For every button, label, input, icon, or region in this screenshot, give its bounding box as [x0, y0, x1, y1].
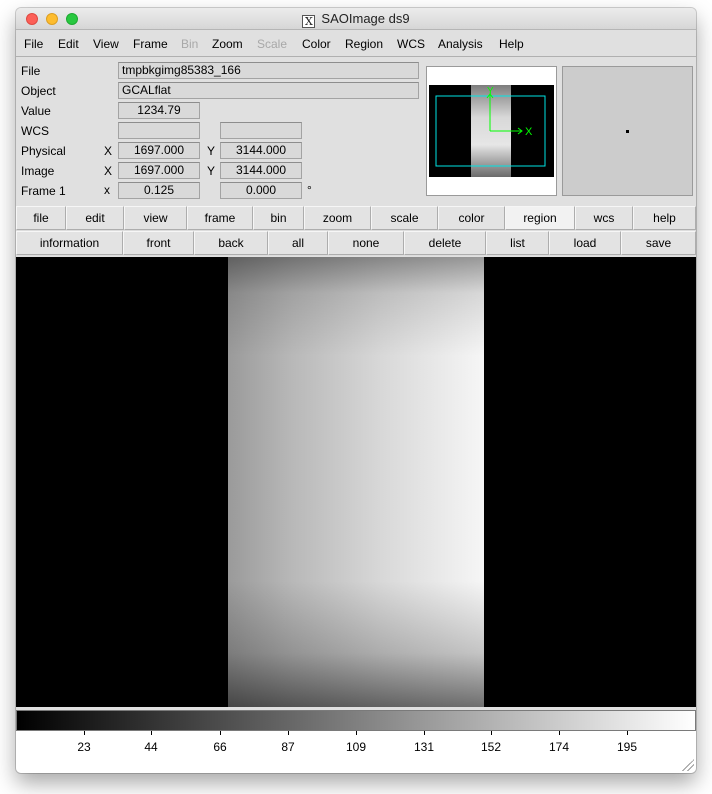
- physical-y-label: Y: [207, 144, 216, 158]
- object-field: GCALflat: [118, 82, 419, 99]
- wcs-field-2: [220, 122, 302, 139]
- menu-bar: File Edit View Frame Bin Zoom Scale Colo…: [16, 30, 696, 57]
- physical-x-label: X: [104, 144, 113, 158]
- physical-x-field: 1697.000: [118, 142, 200, 159]
- button-list[interactable]: list: [486, 231, 549, 255]
- value-label: Value: [21, 104, 51, 118]
- button-zoom[interactable]: zoom: [304, 206, 371, 230]
- button-region[interactable]: region: [505, 206, 575, 230]
- menu-frame[interactable]: Frame: [133, 37, 168, 51]
- resize-grip-icon[interactable]: [682, 759, 694, 771]
- menu-edit[interactable]: Edit: [58, 37, 79, 51]
- wcs-label: WCS: [21, 124, 49, 138]
- menu-scale[interactable]: Scale: [257, 37, 287, 51]
- tick-mark: [559, 731, 560, 735]
- object-label: Object: [21, 84, 56, 98]
- flat-field-image: [228, 257, 484, 707]
- tick-mark: [424, 731, 425, 735]
- tick-mark: [151, 731, 152, 735]
- zoom-field: 0.125: [118, 182, 200, 199]
- region-button-bar: information front back all none delete l…: [16, 231, 696, 256]
- colorbar[interactable]: [16, 710, 696, 731]
- button-color[interactable]: color: [438, 206, 505, 230]
- menu-bin[interactable]: Bin: [181, 37, 198, 51]
- image-x-label: X: [104, 164, 113, 178]
- colorbar-scale: 23 44 66 87 109 131 152 174 195: [16, 731, 696, 773]
- colorbar-tick-195: 195: [616, 740, 638, 754]
- button-all[interactable]: all: [268, 231, 328, 255]
- tick-mark: [220, 731, 221, 735]
- panner-thumbnail: Y X: [429, 85, 554, 177]
- image-y-label: Y: [207, 164, 216, 178]
- button-bin[interactable]: bin: [253, 206, 304, 230]
- magnifier: [562, 66, 693, 196]
- menu-wcs[interactable]: WCS: [397, 37, 425, 51]
- file-field: tmpbkgimg85383_166: [118, 62, 419, 79]
- value-field: 1234.79: [118, 102, 200, 119]
- colorbar-tick-87: 87: [281, 740, 295, 754]
- image-x-field: 1697.000: [118, 162, 200, 179]
- physical-y-field: 3144.000: [220, 142, 302, 159]
- tick-mark: [627, 731, 628, 735]
- frame-label: Frame 1: [21, 184, 66, 198]
- physical-label: Physical: [21, 144, 66, 158]
- panner[interactable]: Y X: [426, 66, 557, 196]
- colorbar-tick-66: 66: [213, 740, 227, 754]
- wcs-field-1: [118, 122, 200, 139]
- button-load[interactable]: load: [549, 231, 621, 255]
- button-none[interactable]: none: [328, 231, 404, 255]
- window-title-area: X SAOImage ds9: [16, 11, 696, 28]
- angle-field: 0.000: [220, 182, 302, 199]
- menu-color[interactable]: Color: [302, 37, 331, 51]
- title-bar[interactable]: X SAOImage ds9: [16, 8, 696, 30]
- image-label: Image: [21, 164, 55, 178]
- degree-symbol: °: [307, 183, 312, 197]
- compass-x-label: X: [525, 126, 533, 138]
- button-file[interactable]: file: [16, 206, 66, 230]
- button-delete[interactable]: delete: [404, 231, 486, 255]
- button-save[interactable]: save: [621, 231, 696, 255]
- compass-y-label: Y: [487, 86, 494, 97]
- tick-mark: [288, 731, 289, 735]
- menu-zoom[interactable]: Zoom: [212, 37, 243, 51]
- button-information[interactable]: information: [16, 231, 123, 255]
- colorbar-tick-23: 23: [77, 740, 91, 754]
- colorbar-tick-131: 131: [413, 740, 435, 754]
- file-label: File: [21, 64, 41, 78]
- menu-analysis[interactable]: Analysis: [438, 37, 483, 51]
- x11-icon: X: [302, 15, 316, 28]
- frame-x-label: x: [104, 183, 110, 197]
- main-button-bar: file edit view frame bin zoom scale colo…: [16, 206, 696, 231]
- tick-mark: [84, 731, 85, 735]
- menu-view[interactable]: View: [93, 37, 119, 51]
- tick-mark: [356, 731, 357, 735]
- magnifier-cursor: [626, 130, 629, 133]
- colorbar-tick-152: 152: [480, 740, 502, 754]
- button-wcs[interactable]: wcs: [575, 206, 633, 230]
- window-title: SAOImage ds9: [321, 11, 410, 26]
- button-scale[interactable]: scale: [371, 206, 438, 230]
- button-edit[interactable]: edit: [66, 206, 124, 230]
- ds9-window: X SAOImage ds9 File Edit View Frame Bin Z…: [16, 8, 696, 773]
- button-view[interactable]: view: [124, 206, 187, 230]
- image-display[interactable]: [16, 257, 696, 707]
- image-y-field: 3144.000: [220, 162, 302, 179]
- button-frame[interactable]: frame: [187, 206, 253, 230]
- colorbar-tick-174: 174: [548, 740, 570, 754]
- menu-region[interactable]: Region: [345, 37, 383, 51]
- button-help[interactable]: help: [633, 206, 696, 230]
- button-front[interactable]: front: [123, 231, 194, 255]
- menu-help[interactable]: Help: [499, 37, 524, 51]
- colorbar-tick-109: 109: [345, 740, 367, 754]
- button-back[interactable]: back: [194, 231, 268, 255]
- colorbar-tick-44: 44: [144, 740, 158, 754]
- tick-mark: [491, 731, 492, 735]
- menu-file[interactable]: File: [24, 37, 43, 51]
